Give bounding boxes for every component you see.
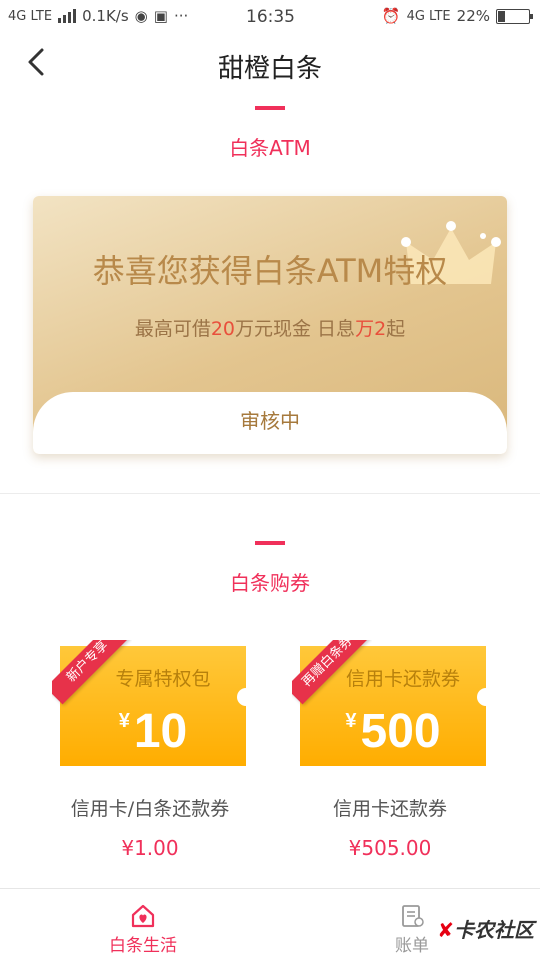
- status-bar-right: ⏰ 4G LTE 22%: [381, 7, 533, 25]
- atm-headline: 恭喜您获得白条ATM特权: [92, 252, 448, 290]
- coupon-price: ¥505.00: [348, 836, 432, 860]
- wechat-icon: ◉: [134, 7, 148, 25]
- status-bar: 4G LTE 0.1K/s ◉ ▣ ··· 16:35 ⏰ 4G LTE 22%: [0, 0, 540, 34]
- atm-section-title: 白条ATM: [229, 136, 311, 160]
- status-bar-left: 4G LTE 0.1K/s ◉ ▣ ···: [8, 7, 188, 25]
- atm-sub-amount: 20: [210, 318, 236, 340]
- atm-sub-rate-unit: 万: [355, 318, 375, 340]
- coupon-section-title: 白条购券: [230, 571, 310, 595]
- ribbon: 新户专享: [52, 640, 132, 720]
- bill-icon: [402, 905, 424, 927]
- coupon-name: 信用卡/白条还款券: [70, 798, 230, 820]
- ribbon-label: 新户专享: [52, 640, 131, 705]
- section-accent-bar: [255, 541, 285, 545]
- more-dots: ···: [173, 7, 189, 25]
- battery-icon: [496, 8, 533, 24]
- ribbon: 再赠白条券: [292, 640, 372, 720]
- page-title: 甜橙白条: [217, 54, 322, 84]
- alarm-icon: ⏰: [381, 7, 401, 25]
- screenshot-icon: ▣: [153, 7, 168, 25]
- heart-home-icon: [131, 904, 155, 928]
- signal-icon: [58, 9, 77, 23]
- atm-sub-suffix: 起: [386, 318, 406, 340]
- tab-baitiao-life[interactable]: 白条生活: [63, 889, 223, 960]
- coupon-amount: 10: [133, 705, 188, 758]
- tab-label: 白条生活: [109, 936, 177, 956]
- section-divider: [0, 493, 540, 494]
- watermark-logo-icon: ✘: [437, 918, 454, 942]
- atm-sub-mid: 万元现金 日息: [235, 318, 356, 340]
- atm-sub-prefix: 最高可借: [134, 318, 211, 340]
- clock: 16:35: [246, 7, 295, 27]
- atm-privilege-card[interactable]: 恭喜您获得白条ATM特权 最高可借20万元现金 日息万2起 审核中: [33, 196, 507, 454]
- nav-header: 甜橙白条: [0, 34, 540, 94]
- network-speed: 0.1K/s: [82, 7, 129, 25]
- battery-percent: 22%: [456, 7, 490, 25]
- coupon-card[interactable]: 专属特权包 ¥10 新户专享: [52, 640, 255, 766]
- section-accent-bar: [255, 106, 285, 110]
- watermark: ✘卡农社区: [437, 914, 534, 943]
- atm-sub-rate: 2: [374, 318, 387, 340]
- coupon-price: ¥1.00: [121, 836, 179, 860]
- ribbon-label: 再赠白条券: [292, 640, 371, 705]
- coupon-amount: 500: [360, 705, 441, 758]
- review-status-button[interactable]: 审核中: [33, 392, 507, 454]
- coupon-card[interactable]: 信用卡还款券 ¥500 再赠白条券: [292, 640, 495, 766]
- network-label: 4G LTE: [8, 8, 53, 24]
- battery-fill: [498, 10, 506, 22]
- atm-subtitle: 最高可借20万元现金 日息万2起: [33, 314, 507, 341]
- network-label-right: 4G LTE: [406, 8, 451, 24]
- coupon-name: 信用卡还款券: [332, 798, 447, 820]
- watermark-text: 卡农社区: [454, 918, 534, 942]
